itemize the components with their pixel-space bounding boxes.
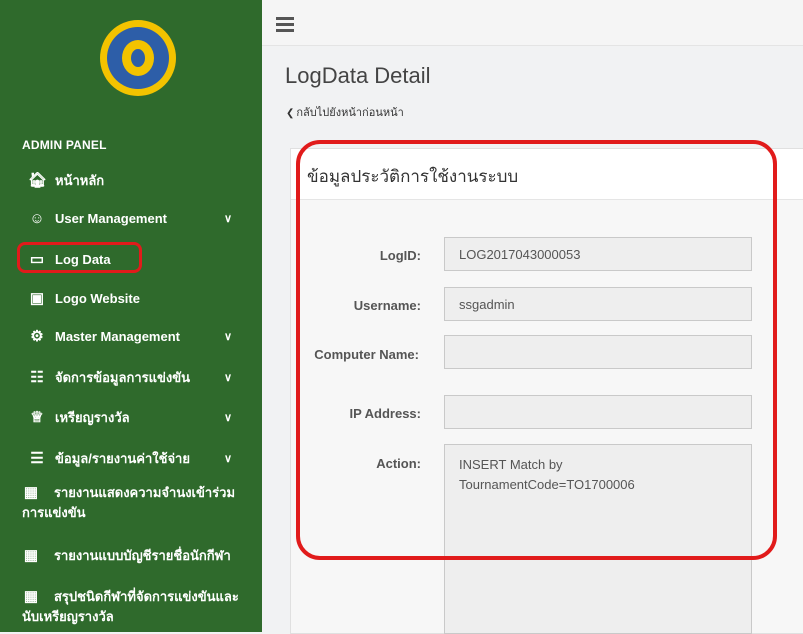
sidebar-item-label: เหรียญรางวัล <box>55 409 130 425</box>
sidebar-item-home[interactable]: 🏠︎ หน้าหลัก <box>0 161 262 199</box>
computer-name-label: Computer Name: <box>314 347 419 362</box>
sidebar-item-competition-data[interactable]: ☷ จัดการข้อมูลการแข่งขัน ∨ <box>0 358 262 396</box>
sitemap-icon: ☷ <box>30 369 44 386</box>
card-body: LogID: LOG2017043000053 Username: ssgadm… <box>291 200 803 634</box>
top-bar <box>262 0 803 46</box>
sidebar-item-expense-report[interactable]: ☰ ข้อมูล/รายงานค่าใช้จ่าย ∨ <box>0 439 262 477</box>
chevron-down-icon: ∨ <box>224 212 233 225</box>
chevron-down-icon: ∨ <box>224 330 233 343</box>
chevron-down-icon: ∨ <box>224 452 233 465</box>
trophy-icon: ♕ <box>30 409 44 426</box>
organization-logo <box>100 20 176 96</box>
log-data-highlight <box>17 242 142 273</box>
logid-field[interactable]: LOG2017043000053 <box>444 237 752 271</box>
action-field[interactable]: INSERT Match by TournamentCode=TO1700006 <box>444 444 752 634</box>
table-icon: ▦ <box>23 547 39 564</box>
picture-icon: ▣ <box>29 290 45 307</box>
sidebar-item-master-management[interactable]: ⚙ Master Management ∨ <box>0 317 262 355</box>
sidebar-item-participation-report[interactable]: ▦ รายงานแสดงความจำนงเข้าร่วมการแข่งขัน <box>0 483 262 523</box>
chevron-left-icon: ❮ <box>286 108 295 119</box>
menu-toggle-icon[interactable] <box>276 17 294 32</box>
main-content: LogData Detail ❮ กลับไปยังหน้าก่อนหน้า ข้… <box>262 0 803 634</box>
sidebar-item-label: Logo Website <box>55 290 140 306</box>
sidebar-item-label: ข้อมูล/รายงานค่าใช้จ่าย <box>55 450 190 466</box>
chevron-down-icon: ∨ <box>224 411 233 424</box>
home-icon: 🏠︎ <box>28 172 48 189</box>
sidebar-item-label: Master Management <box>55 328 180 344</box>
users-icon: ☺ <box>29 209 45 227</box>
computer-name-field[interactable] <box>444 335 752 369</box>
sidebar-item-sport-summary[interactable]: ▦ สรุปชนิดกีฬาที่จัดการแข่งขันและนับเหรี… <box>0 587 262 627</box>
sidebar: ADMIN PANEL 🏠︎ หน้าหลัก ☺ User Managemen… <box>0 0 262 632</box>
admin-panel-title: ADMIN PANEL <box>22 138 107 152</box>
sidebar-item-athlete-list-report[interactable]: ▦ รายงานแบบบัญชีรายชื่อนักกีฬา <box>0 546 262 566</box>
sidebar-item-medals[interactable]: ♕ เหรียญรางวัล ∨ <box>0 398 262 436</box>
table-icon: ▦ <box>23 588 39 605</box>
back-link-label: กลับไปยังหน้าก่อนหน้า <box>296 107 404 119</box>
card-header: ข้อมูลประวัติการใช้งานระบบ <box>291 149 803 200</box>
sidebar-item-label: User Management <box>55 210 167 226</box>
logid-label: LogID: <box>379 248 421 263</box>
username-label: Username: <box>353 298 421 313</box>
page-title: LogData Detail <box>285 63 431 88</box>
ip-address-field[interactable] <box>444 395 752 429</box>
chevron-down-icon: ∨ <box>224 371 233 384</box>
sidebar-item-label: จัดการข้อมูลการแข่งขัน <box>55 369 190 385</box>
ip-address-label: IP Address: <box>349 406 421 421</box>
sidebar-item-label: หน้าหลัก <box>55 172 105 188</box>
action-label: Action: <box>376 456 421 471</box>
username-field[interactable]: ssgadmin <box>444 287 752 321</box>
sidebar-item-user-management[interactable]: ☺ User Management ∨ <box>0 199 262 237</box>
cogs-icon: ⚙ <box>30 328 44 345</box>
file-icon: ☰ <box>30 450 44 467</box>
card-title: ข้อมูลประวัติการใช้งานระบบ <box>307 167 519 186</box>
table-icon: ▦ <box>23 484 39 501</box>
log-detail-card: ข้อมูลประวัติการใช้งานระบบ LogID: LOG201… <box>290 148 803 634</box>
sidebar-item-logo-website[interactable]: ▣ Logo Website <box>0 279 262 317</box>
back-link[interactable]: ❮ กลับไปยังหน้าก่อนหน้า <box>286 103 404 121</box>
